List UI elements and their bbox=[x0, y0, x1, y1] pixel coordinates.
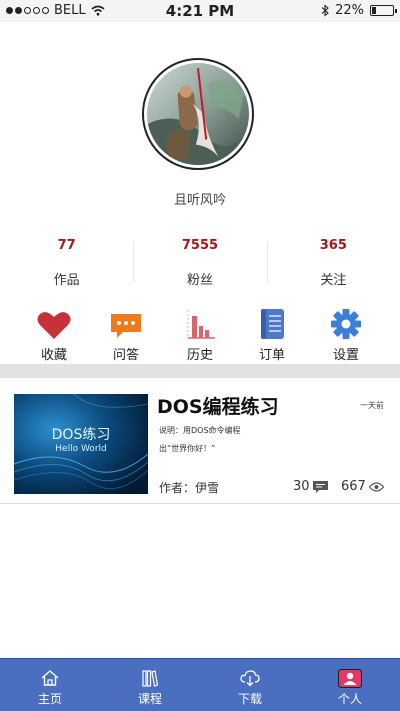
history-chart-icon bbox=[187, 310, 215, 339]
home-icon bbox=[41, 670, 59, 686]
stat-value: 365 bbox=[319, 238, 347, 253]
menu-label: 收藏 bbox=[40, 348, 67, 363]
stat-fans[interactable]: 7555 粉丝 bbox=[133, 238, 266, 290]
menu-item-favorites[interactable]: 收藏 bbox=[24, 308, 84, 363]
stat-following[interactable]: 365 关注 bbox=[266, 238, 400, 290]
avatar[interactable] bbox=[142, 58, 254, 170]
course-time: 一天前 bbox=[360, 401, 384, 410]
bluetooth-icon bbox=[321, 4, 329, 17]
eye-icon bbox=[368, 481, 384, 492]
download-icon bbox=[240, 669, 260, 686]
description-line: 出“世界你好！” bbox=[159, 444, 216, 453]
course-author: 作者：伊雪 bbox=[159, 481, 220, 495]
stat-value: 7555 bbox=[181, 238, 219, 253]
course-thumbnail: DOS练习 Hello World bbox=[14, 394, 148, 494]
tab-label: 下载 bbox=[237, 692, 262, 706]
menu-item-qa[interactable]: 问答 bbox=[96, 308, 156, 363]
profile-stats: 77 作品 7555 粉丝 365 关注 bbox=[0, 238, 400, 290]
username: 且听风吟 bbox=[173, 193, 226, 208]
gear-icon bbox=[331, 309, 361, 339]
stat-label: 关注 bbox=[320, 273, 347, 288]
notebook-icon bbox=[261, 309, 284, 339]
menu-label: 订单 bbox=[258, 348, 285, 363]
course-title: DOS编程练习 bbox=[157, 396, 279, 418]
battery-icon bbox=[370, 5, 397, 16]
comment-count-value: 30 bbox=[293, 479, 310, 494]
menu-label: 设置 bbox=[332, 348, 359, 363]
section-divider bbox=[0, 364, 400, 378]
thumbnail-subtitle: Hello World bbox=[55, 444, 107, 454]
menu-label: 问答 bbox=[112, 348, 139, 363]
menu-label: 历史 bbox=[186, 348, 213, 363]
description-line: 说明：用DOS命令编程 bbox=[159, 426, 241, 435]
course-description: 说明：用DOS命令编程 出“世界你好！” bbox=[159, 422, 359, 458]
tab-home[interactable]: 主页 bbox=[0, 659, 100, 711]
person-icon bbox=[338, 668, 362, 688]
heart-icon bbox=[37, 312, 71, 339]
tab-profile[interactable]: 个人 bbox=[300, 659, 400, 711]
books-icon bbox=[142, 669, 158, 687]
comment-icon bbox=[312, 480, 328, 493]
menu-item-settings[interactable]: 设置 bbox=[316, 308, 376, 363]
tab-label: 课程 bbox=[137, 692, 162, 706]
battery-percent: 22% bbox=[335, 3, 364, 18]
tab-label: 主页 bbox=[37, 692, 62, 706]
view-count: 667 bbox=[341, 479, 384, 494]
stat-works[interactable]: 77 作品 bbox=[0, 238, 133, 290]
comment-count[interactable]: 30 bbox=[293, 479, 328, 494]
feature-menu: 收藏 问答 历史 订单 设置 bbox=[0, 308, 400, 363]
stat-value: 77 bbox=[57, 238, 76, 253]
menu-item-history[interactable]: 历史 bbox=[170, 308, 230, 363]
stat-label: 粉丝 bbox=[186, 273, 213, 288]
tab-courses[interactable]: 课程 bbox=[100, 659, 200, 711]
course-card[interactable]: DOS练习 Hello World DOS编程练习 一天前 说明：用DOS命令编… bbox=[0, 378, 400, 504]
stat-label: 作品 bbox=[53, 273, 80, 288]
chat-icon bbox=[111, 314, 141, 338]
bottom-tab-bar: 主页 课程 下载 个人 bbox=[0, 658, 400, 711]
thumbnail-title: DOS练习 bbox=[51, 427, 111, 443]
tab-label: 个人 bbox=[337, 692, 362, 706]
status-bar: BELL 4:21 PM 22% bbox=[0, 0, 400, 22]
avatar-image bbox=[147, 63, 249, 165]
tab-download[interactable]: 下载 bbox=[200, 659, 300, 711]
view-count-value: 667 bbox=[341, 479, 366, 494]
menu-item-orders[interactable]: 订单 bbox=[242, 308, 302, 363]
